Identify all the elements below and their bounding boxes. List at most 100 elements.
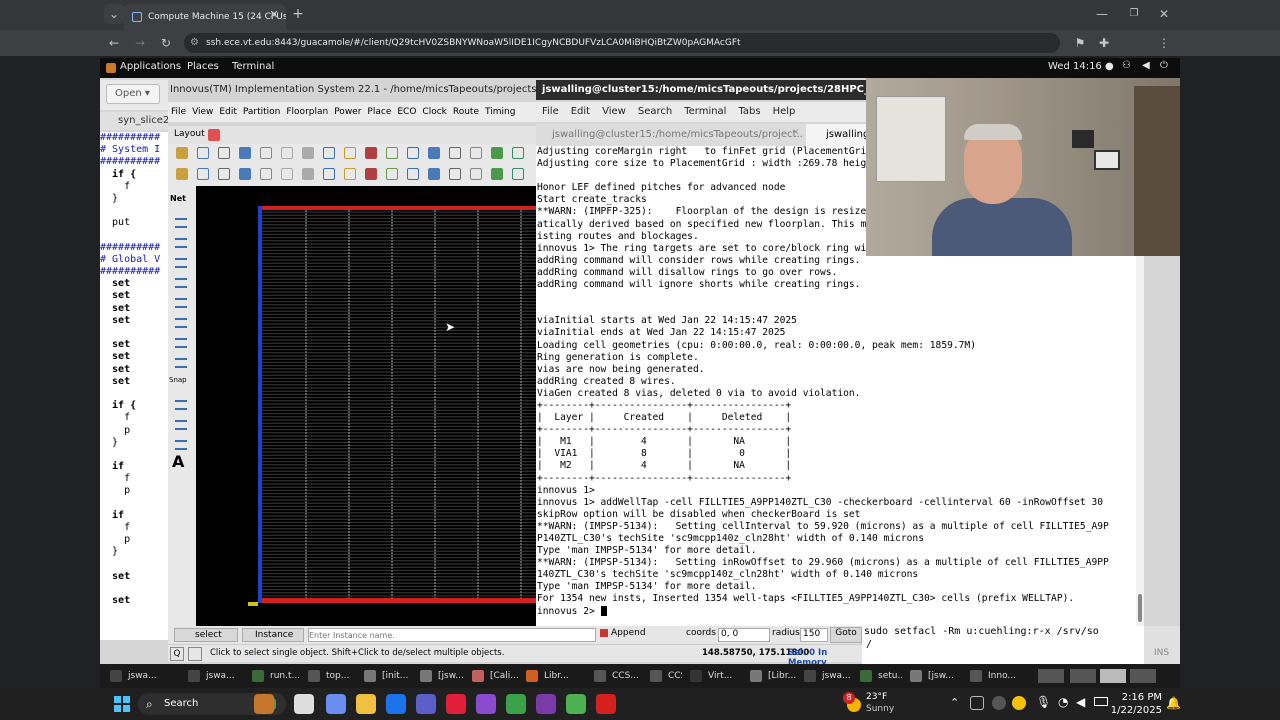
palette-tool-icon[interactable] bbox=[175, 358, 187, 368]
chrome-menu-icon[interactable]: ⋮ bbox=[1154, 33, 1174, 53]
palette-tool-icon[interactable] bbox=[175, 400, 187, 410]
file-explorer-icon[interactable] bbox=[356, 694, 376, 714]
innovus-tool-icon[interactable] bbox=[449, 147, 461, 159]
innovus-tool-icon[interactable] bbox=[491, 168, 503, 180]
volume-icon[interactable]: ◀ bbox=[1076, 695, 1085, 709]
innovus-menu-route[interactable]: Route bbox=[450, 102, 482, 122]
gnome-clock[interactable]: Wed 14:16 ● bbox=[1048, 61, 1114, 72]
open-button[interactable]: Open ▾ bbox=[106, 84, 160, 104]
gnome-taskbar-item[interactable]: CCS... bbox=[646, 667, 682, 685]
opera-icon[interactable] bbox=[446, 694, 466, 714]
gnome-taskbar-item[interactable]: run.t... bbox=[248, 667, 300, 685]
tray-app-icon[interactable] bbox=[992, 696, 1006, 710]
innovus-tool-icon[interactable] bbox=[407, 168, 419, 180]
innovus-tool-icon[interactable] bbox=[323, 147, 335, 159]
innovus-tool-icon[interactable] bbox=[344, 147, 356, 159]
wifi-icon[interactable]: ◔ bbox=[1058, 695, 1068, 709]
innovus-tool-icon[interactable] bbox=[302, 147, 314, 159]
innovus-tool-icon[interactable] bbox=[218, 168, 230, 180]
innovus-tool-icon[interactable] bbox=[365, 168, 377, 180]
tab-search-icon[interactable]: ⌄ bbox=[104, 4, 124, 24]
gnome-taskbar-item[interactable]: Inno... bbox=[966, 667, 1026, 685]
layout-tab-close-icon[interactable] bbox=[208, 129, 220, 141]
innovus-title-bar[interactable]: Innovus(TM) Implementation System 22.1 -… bbox=[168, 80, 540, 100]
terminal-menu-view[interactable]: View bbox=[596, 102, 632, 122]
innovus-tool-icon[interactable] bbox=[176, 147, 188, 159]
teams-icon[interactable] bbox=[416, 694, 436, 714]
places-menu[interactable]: Places bbox=[187, 61, 219, 72]
gnome-taskbar-item[interactable]: jswa... bbox=[800, 667, 852, 685]
site-info-icon[interactable]: ⚙ bbox=[190, 33, 199, 53]
onenote-icon[interactable] bbox=[536, 694, 556, 714]
gnome-taskbar-item[interactable]: jswa... bbox=[184, 667, 244, 685]
back-icon[interactable]: ← bbox=[104, 33, 124, 53]
minimize-icon[interactable]: — bbox=[1092, 4, 1112, 24]
background-terminal[interactable]: sudo setfacl -Rm u:cuehling:r-x /srv/so … bbox=[862, 626, 1144, 664]
mode-select[interactable]: select bbox=[174, 628, 238, 642]
maps-icon[interactable] bbox=[506, 694, 526, 714]
workspace-switcher[interactable] bbox=[1100, 669, 1126, 683]
innovus-tool-icon[interactable] bbox=[428, 147, 440, 159]
goto-button[interactable]: Goto bbox=[830, 627, 862, 643]
innovus-tool-icon[interactable] bbox=[281, 147, 293, 159]
terminal-menu-help[interactable]: Help bbox=[767, 102, 802, 122]
innovus-tool-icon[interactable] bbox=[470, 168, 482, 180]
innovus-menu-view[interactable]: View bbox=[189, 102, 216, 122]
terminal-menu-tabs[interactable]: Tabs bbox=[732, 102, 766, 122]
innovus-tool-icon[interactable] bbox=[449, 168, 461, 180]
palette-tool-icon[interactable] bbox=[175, 440, 187, 450]
address-bar[interactable]: ⚙ ssh.ece.vt.edu:8443/guacamole/#/client… bbox=[184, 33, 1060, 53]
terminal-launcher[interactable]: Terminal bbox=[232, 61, 274, 72]
innovus-menu-eco[interactable]: ECO bbox=[394, 102, 419, 122]
innovus-tool-icon[interactable] bbox=[302, 168, 314, 180]
palette-tool-icon[interactable] bbox=[175, 420, 187, 430]
gnome-taskbar-item[interactable]: Libr... bbox=[522, 667, 586, 685]
innovus-tool-icon[interactable] bbox=[365, 147, 377, 159]
close-window-icon[interactable]: ✕ bbox=[1154, 4, 1174, 24]
innovus-tool-icon[interactable] bbox=[344, 168, 356, 180]
innovus-tool-icon[interactable] bbox=[407, 147, 419, 159]
tray-app-icon[interactable] bbox=[970, 696, 984, 710]
widgets-icon[interactable] bbox=[254, 694, 274, 714]
workspace-switcher[interactable] bbox=[1038, 669, 1064, 683]
palette-tool-icon[interactable] bbox=[175, 218, 187, 228]
terminal-menu-search[interactable]: Search bbox=[632, 102, 678, 122]
palette-tool-icon[interactable] bbox=[175, 278, 187, 288]
extension-icon[interactable]: ⚑ bbox=[1070, 33, 1090, 53]
text-tool-icon[interactable]: A bbox=[172, 452, 184, 471]
applications-menu[interactable]: Applications bbox=[120, 61, 181, 72]
q-button[interactable]: Q bbox=[170, 647, 184, 661]
coords-input[interactable]: 0, 0 bbox=[718, 628, 770, 642]
gnome-taskbar-item[interactable]: [jsw... bbox=[416, 667, 464, 685]
tray-app-icon[interactable] bbox=[1012, 696, 1026, 710]
terminal-menu-terminal[interactable]: Terminal bbox=[678, 102, 732, 122]
gnome-taskbar-item[interactable]: Virt... bbox=[686, 667, 742, 685]
innovus-tool-icon[interactable] bbox=[512, 147, 524, 159]
innovus-tool-icon[interactable] bbox=[260, 147, 272, 159]
github-icon[interactable] bbox=[476, 694, 496, 714]
innovus-menu-partition[interactable]: Partition bbox=[240, 102, 284, 122]
innovus-tool-icon[interactable] bbox=[281, 168, 293, 180]
innovus-tool-icon[interactable] bbox=[512, 168, 524, 180]
innovus-tool-icon[interactable] bbox=[491, 147, 503, 159]
gnome-taskbar-item[interactable]: [jsw... bbox=[906, 667, 962, 685]
innovus-menu-timing[interactable]: Timing bbox=[482, 102, 518, 122]
acrobat-icon[interactable] bbox=[596, 694, 616, 714]
innovus-tool-icon[interactable] bbox=[386, 147, 398, 159]
append-checkbox[interactable] bbox=[600, 629, 608, 637]
terminal-tab-2[interactable]: jswalling bbox=[806, 124, 866, 146]
innovus-menu-floorplan[interactable]: Floorplan bbox=[283, 102, 331, 122]
innovus-tool-icon[interactable] bbox=[218, 147, 230, 159]
windows-start-icon[interactable] bbox=[114, 696, 130, 712]
innovus-menu-place[interactable]: Place bbox=[364, 102, 394, 122]
terminal-tab-1[interactable]: jswalling@cluster15:/home/micsTapeouts/p… bbox=[536, 124, 804, 146]
radius-input[interactable]: 150 bbox=[800, 628, 828, 642]
gnome-taskbar-item[interactable]: [init... bbox=[360, 667, 412, 685]
innovus-tool-icon[interactable] bbox=[176, 168, 188, 180]
innovus-tool-icon[interactable] bbox=[260, 168, 272, 180]
innovus-tool-icon[interactable] bbox=[323, 168, 335, 180]
workspace-switcher[interactable] bbox=[1130, 669, 1156, 683]
code-editor[interactable]: ########## # System I ########## if { f } … bbox=[100, 132, 170, 640]
extensions-puzzle-icon[interactable]: ✚ bbox=[1094, 33, 1114, 53]
innovus-tool-icon[interactable] bbox=[197, 168, 209, 180]
